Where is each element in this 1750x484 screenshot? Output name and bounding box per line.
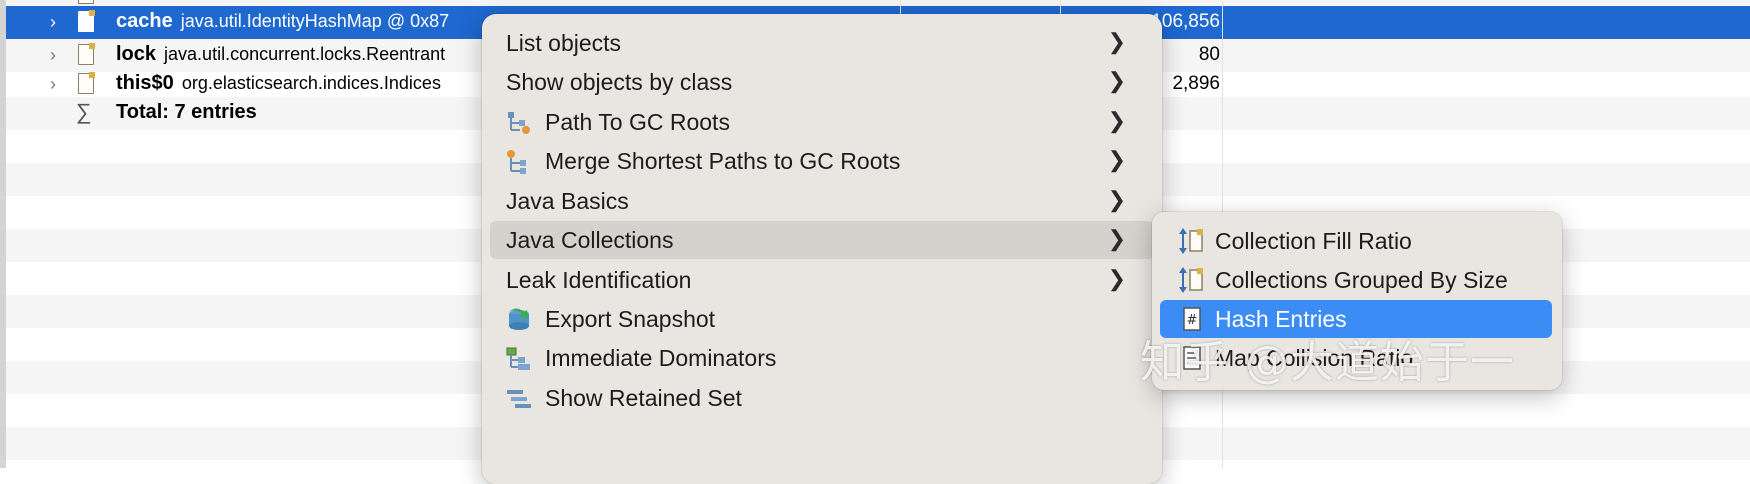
export-snapshot-icon	[506, 308, 532, 332]
chevron-right-icon: ❯	[1107, 108, 1126, 133]
menu-item-list-objects[interactable]: List objects ❯	[490, 24, 1154, 62]
row-name: cache java.util.IdentityHashMap @ 0x87	[116, 10, 450, 32]
menu-item-label: Show objects by class	[506, 69, 733, 95]
submenu-item-collection-fill-ratio[interactable]: Collection Fill Ratio	[1160, 222, 1552, 260]
menu-item-label: Java Basics	[506, 188, 629, 214]
immediate-dominators-icon	[506, 347, 532, 371]
submenu-item-label: Collection Fill Ratio	[1215, 228, 1412, 254]
expand-chevron-icon[interactable]: ›	[44, 74, 62, 94]
menu-item-show-retained-set[interactable]: Show Retained Set	[490, 379, 1154, 417]
menu-item-label: Leak Identification	[506, 267, 692, 293]
menu-item-show-objects-by-class[interactable]: Show objects by class ❯	[490, 63, 1154, 101]
submenu-item-label: Collections Grouped By Size	[1215, 267, 1508, 293]
chevron-right-icon: ❯	[1107, 226, 1126, 251]
sum-icon: ∑	[76, 99, 92, 124]
context-menu: List objects ❯ Show objects by class ❯ P…	[482, 14, 1162, 484]
menu-item-merge-shortest-paths[interactable]: Merge Shortest Paths to GC Roots ❯	[490, 142, 1154, 180]
object-icon	[78, 72, 95, 94]
row-name: lock java.util.concurrent.locks.Reentrant	[116, 43, 446, 65]
row-retained-size: 2,896	[1172, 73, 1220, 94]
retained-set-icon	[506, 387, 532, 411]
chevron-right-icon: ❯	[1107, 68, 1126, 93]
menu-item-leak-identification[interactable]: Leak Identification ❯	[490, 261, 1154, 299]
menu-item-label: Show Retained Set	[545, 385, 742, 411]
chevron-right-icon: ❯	[1107, 266, 1126, 291]
menu-item-label: Java Collections	[506, 227, 674, 253]
menu-item-export-snapshot[interactable]: Export Snapshot	[490, 300, 1154, 338]
row-type: java.util.concurrent.locks.Reentrant	[164, 44, 446, 64]
menu-item-path-to-gc-roots[interactable]: Path To GC Roots ❯	[490, 103, 1154, 141]
menu-item-label: List objects	[506, 30, 622, 56]
menu-item-immediate-dominators[interactable]: Immediate Dominators	[490, 339, 1154, 377]
menu-item-label: Export Snapshot	[545, 306, 716, 332]
object-icon	[78, 0, 94, 4]
menu-item-java-basics[interactable]: Java Basics ❯	[490, 182, 1154, 220]
object-icon	[78, 10, 95, 32]
row-name: this$0 org.elasticsearch.indices.Indices	[116, 72, 441, 94]
grouped-size-icon	[1178, 267, 1206, 293]
menu-item-java-collections[interactable]: Java Collections ❯	[490, 221, 1154, 259]
watermark-text: 知乎 @大道始于一	[1140, 337, 1515, 388]
chevron-right-icon: ❯	[1107, 29, 1126, 54]
menu-item-label: Merge Shortest Paths to GC Roots	[545, 148, 901, 174]
row-type: java.util.IdentityHashMap @ 0x87	[180, 11, 450, 31]
menu-item-label: Path To GC Roots	[545, 109, 730, 135]
chevron-right-icon: ❯	[1107, 147, 1126, 172]
row-type: org.elasticsearch.indices.Indices	[181, 73, 441, 93]
row-retained-size: 80	[1198, 44, 1220, 65]
fill-ratio-icon	[1178, 228, 1206, 254]
merge-paths-icon	[506, 150, 532, 174]
path-gc-roots-icon	[506, 111, 532, 135]
chevron-right-icon: ❯	[1107, 187, 1126, 212]
object-icon	[78, 43, 95, 65]
total-label: Total: 7 entries	[116, 101, 257, 123]
menu-item-label: Immediate Dominators	[545, 345, 777, 371]
submenu-item-collections-grouped-by-size[interactable]: Collections Grouped By Size	[1160, 261, 1552, 299]
expand-chevron-icon[interactable]: ›	[44, 12, 62, 32]
expand-chevron-icon[interactable]: ›	[44, 45, 62, 65]
